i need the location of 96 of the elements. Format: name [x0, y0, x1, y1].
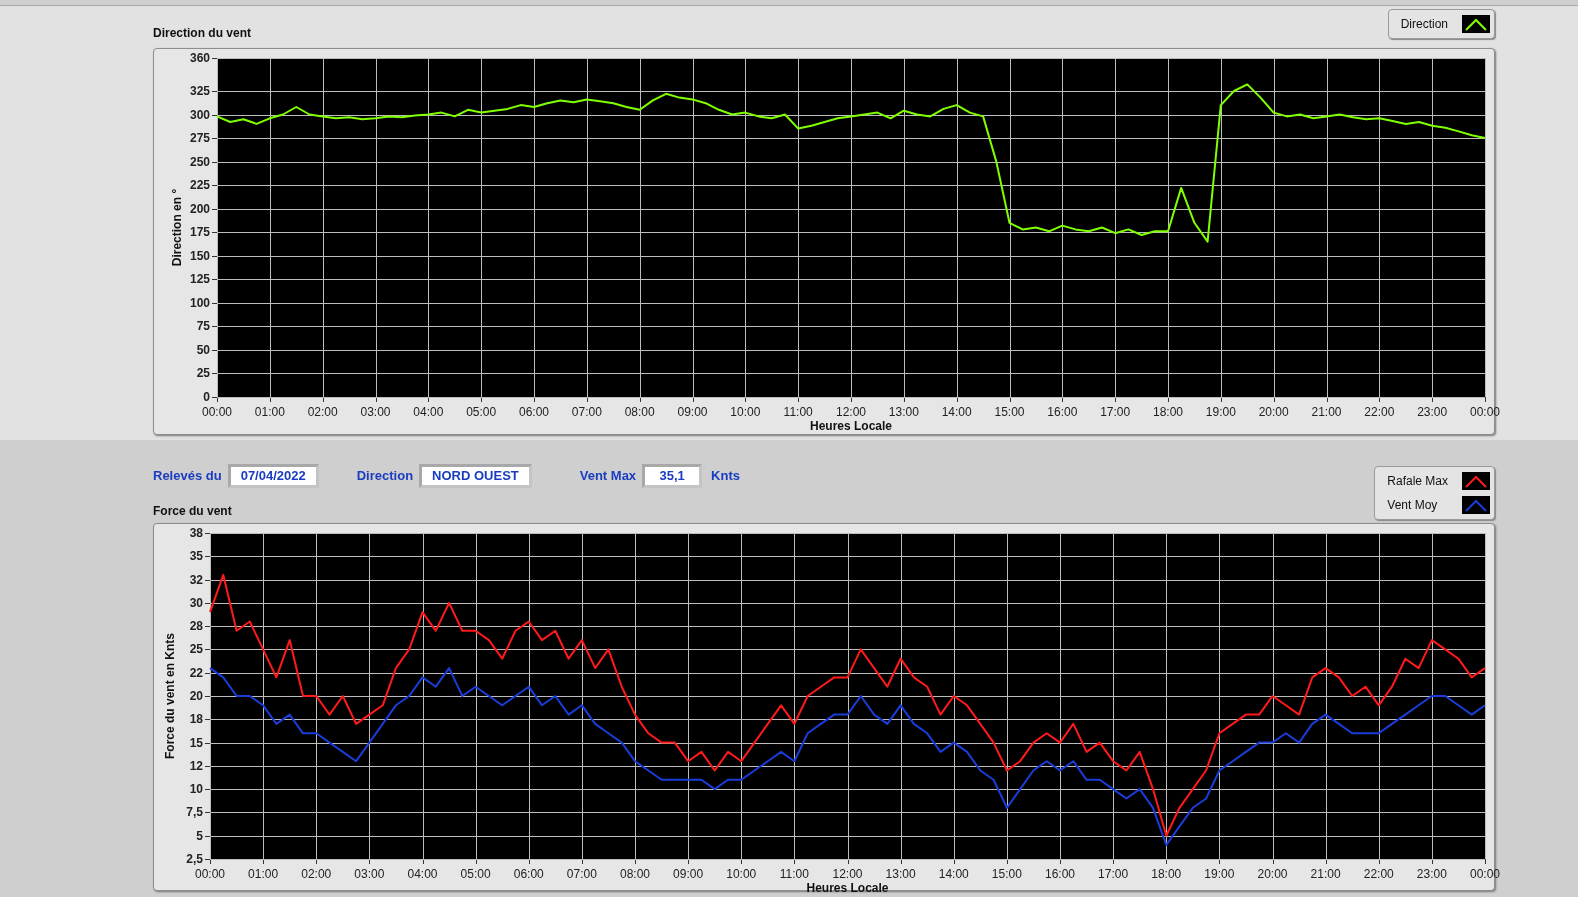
axis-title: Direction en ° — [170, 188, 184, 267]
tick-label: 13:00 — [885, 867, 916, 881]
tick-label: 12:00 — [836, 405, 866, 419]
tick-label: 21:00 — [1310, 867, 1341, 881]
tick-label: 20 — [189, 689, 203, 703]
tick-label: 38 — [189, 526, 203, 540]
tick-label: 22:00 — [1363, 867, 1394, 881]
tick-label: 5 — [196, 828, 203, 843]
tick-label: 75 — [196, 319, 210, 334]
tick-label: 2,5 — [186, 852, 203, 866]
tick-label: 325 — [189, 83, 210, 98]
tick-label: 03:00 — [360, 405, 391, 419]
tick-label: 10:00 — [726, 867, 757, 881]
tick-label: 20:00 — [1258, 405, 1289, 419]
tick-label: 175 — [189, 225, 210, 240]
tick-label: 07:00 — [566, 867, 597, 881]
axis-title: Heures Locale — [806, 881, 889, 895]
axis-title: Heures Locale — [810, 419, 892, 433]
tick-label: 300 — [189, 107, 210, 122]
tick-label: 275 — [189, 131, 210, 146]
tick-label: 16:00 — [1047, 405, 1078, 419]
tick-label: 16:00 — [1045, 867, 1075, 881]
tick-label: 07:00 — [571, 405, 602, 419]
tick-label: 0 — [203, 390, 210, 404]
tick-label: 17:00 — [1100, 405, 1131, 419]
tick-label: 250 — [189, 154, 210, 169]
tick-label: 05:00 — [466, 405, 497, 419]
tick-label: 06:00 — [513, 867, 544, 881]
tick-label: 19:00 — [1205, 405, 1236, 419]
legend-label: Rafale Max — [1387, 473, 1448, 490]
tick-label: 01:00 — [254, 405, 285, 419]
tick-label: 225 — [189, 178, 210, 193]
tick-label: 23:00 — [1416, 867, 1447, 881]
tick-label: 15:00 — [994, 405, 1025, 419]
tick-label: 13:00 — [888, 405, 919, 419]
tick-label: 09:00 — [677, 405, 708, 419]
tick-label: 17:00 — [1098, 867, 1129, 881]
tick-label: 360 — [189, 51, 210, 65]
tick-label: 11:00 — [779, 867, 809, 881]
field-label: Direction — [356, 467, 414, 486]
tick-label: 15 — [189, 735, 203, 750]
tick-label: 20:00 — [1257, 867, 1288, 881]
tick-label: 10 — [189, 782, 203, 797]
tick-label: 00:00 — [1470, 405, 1500, 419]
tick-label: 28 — [189, 619, 203, 634]
tick-label: 14:00 — [941, 405, 972, 419]
axis-title: Force du vent en Knts — [163, 633, 177, 759]
tick-label: 32 — [189, 572, 203, 587]
tick-label: 10:00 — [730, 405, 761, 419]
tick-label: 100 — [189, 295, 210, 310]
tick-label: 7,5 — [186, 805, 203, 820]
tick-label: 02:00 — [301, 867, 332, 881]
tick-label: 22 — [189, 665, 203, 680]
field-label: Relevés du — [153, 467, 222, 486]
tick-label: 200 — [189, 201, 210, 216]
tick-label: 14:00 — [938, 867, 969, 881]
tick-label: 25 — [189, 642, 203, 657]
tick-label: 25 — [196, 366, 210, 381]
tick-label: 08:00 — [620, 867, 650, 881]
tick-label: 05:00 — [460, 867, 491, 881]
tick-label: 03:00 — [354, 867, 385, 881]
tick-label: 18 — [189, 712, 203, 727]
tick-label: 19:00 — [1204, 867, 1235, 881]
tick-label: 22:00 — [1364, 405, 1395, 419]
tick-label: 125 — [189, 272, 210, 287]
readout-field: 35,1 — [642, 464, 703, 488]
readout-field: 07/04/2022 — [227, 464, 319, 488]
tick-label: 08:00 — [624, 405, 655, 419]
tick-label: 12 — [189, 758, 203, 773]
tick-label: 23:00 — [1417, 405, 1448, 419]
legend-label: Vent Moy — [1387, 497, 1438, 514]
readout-field: NORD OUEST — [419, 464, 532, 488]
tick-label: 18:00 — [1153, 405, 1183, 419]
tick-label: 00:00 — [195, 867, 225, 881]
tick-label: 04:00 — [407, 867, 438, 881]
field-label: Vent Max — [579, 467, 637, 486]
tick-label: 04:00 — [413, 405, 444, 419]
tick-label: 15:00 — [991, 867, 1022, 881]
tick-label: 21:00 — [1311, 405, 1342, 419]
tick-label: 35 — [189, 549, 203, 564]
chart-title: Direction du vent — [153, 25, 251, 42]
tick-label: 06:00 — [519, 405, 549, 419]
legend-label: Direction — [1400, 16, 1448, 33]
tick-label: 18:00 — [1151, 867, 1182, 881]
tick-label: 01:00 — [248, 867, 279, 881]
tick-label: 00:00 — [1470, 867, 1500, 881]
tick-label: 09:00 — [673, 867, 704, 881]
unit-label: Knts — [711, 467, 740, 486]
tick-label: 11:00 — [783, 405, 813, 419]
tick-label: 12:00 — [832, 867, 863, 881]
tick-label: 150 — [189, 248, 210, 263]
tick-label: 30 — [189, 595, 203, 610]
tick-label: 00:00 — [202, 405, 232, 419]
tick-label: 02:00 — [307, 405, 338, 419]
chart-title: Force du vent — [153, 503, 233, 520]
tick-label: 50 — [196, 342, 210, 357]
